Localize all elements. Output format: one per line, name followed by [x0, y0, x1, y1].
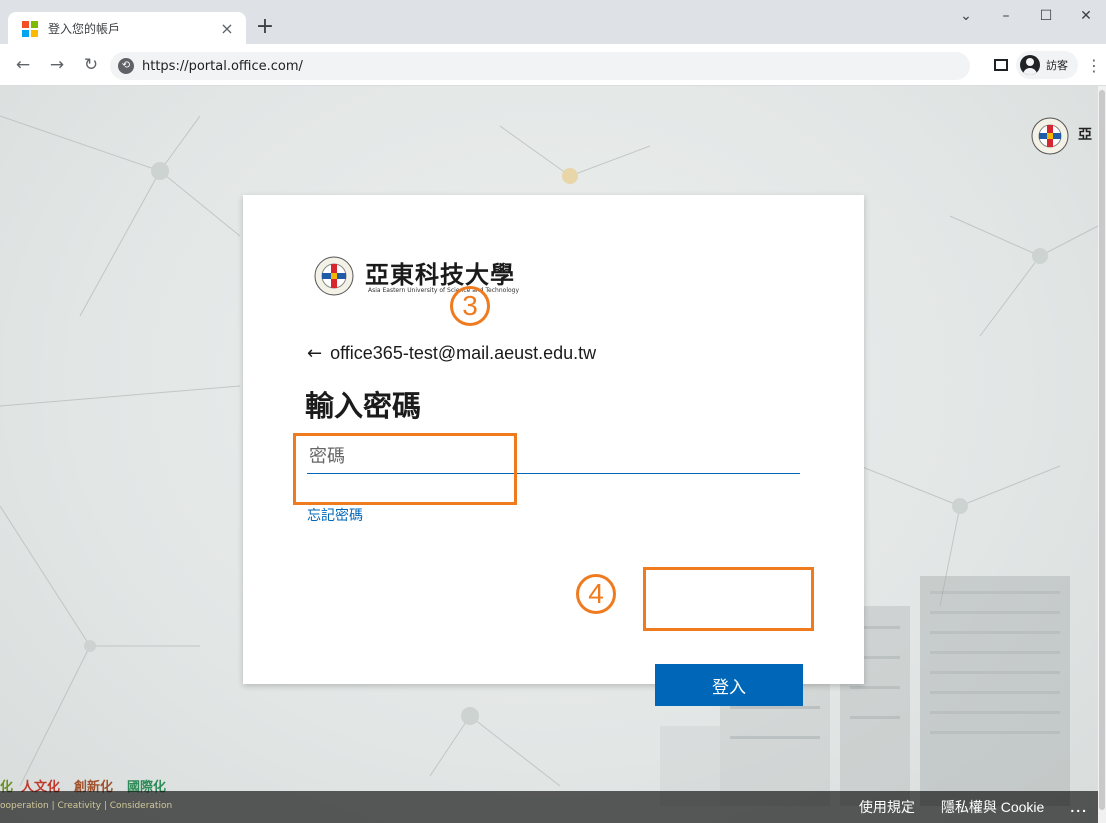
maximize-button[interactable]: ☐: [1026, 0, 1066, 32]
step-4-badge: 4: [576, 574, 616, 614]
terms-of-use-link[interactable]: 使用規定: [859, 797, 915, 817]
motto-subtitle: ooperation | Creativity | Consideration: [0, 801, 173, 811]
new-tab-button[interactable]: +: [254, 16, 276, 39]
university-name: 亞東科技大學: [365, 260, 515, 289]
browser-toolbar: ← → ↻ ⟲ https://portal.office.com/ 訪客 ⋮: [0, 44, 1106, 86]
tab-search-icon[interactable]: ⌄: [946, 0, 986, 32]
close-window-button[interactable]: ✕: [1066, 0, 1106, 32]
window-controls: ⌄ – ☐ ✕: [946, 0, 1106, 32]
reload-button[interactable]: ↻: [80, 54, 102, 76]
more-options-button[interactable]: ...: [1070, 799, 1088, 815]
account-email: office365-test@mail.aeust.edu.tw: [330, 343, 597, 363]
page-title: 輸入密碼: [305, 389, 422, 423]
address-bar[interactable]: ⟲ https://portal.office.com/: [110, 52, 970, 80]
browser-tab[interactable]: 登入您的帳戶 ×: [8, 12, 246, 45]
account-identity[interactable]: ← office365-test@mail.aeust.edu.tw: [307, 343, 596, 364]
sign-in-highlight-box: [643, 567, 814, 631]
sign-in-button[interactable]: 登入: [655, 664, 803, 706]
university-name-english: Asia Eastern University of Science and T…: [368, 287, 520, 294]
forward-button[interactable]: →: [46, 54, 68, 76]
profile-label: 訪客: [1046, 59, 1068, 72]
page-scrollbar[interactable]: [1098, 86, 1106, 823]
url-text[interactable]: https://portal.office.com/: [142, 59, 303, 74]
guest-avatar-icon: [1020, 55, 1040, 75]
tab-title: 登入您的帳戶: [48, 22, 121, 36]
back-arrow-icon[interactable]: ←: [307, 343, 322, 364]
browser-tab-strip: 登入您的帳戶 × + ⌄ – ☐ ✕: [0, 0, 1106, 45]
step-3-badge: 3: [450, 286, 490, 326]
tab-close-icon[interactable]: ×: [218, 19, 236, 38]
side-panel-icon[interactable]: [994, 59, 1008, 71]
footer-links: 使用規定 隱私權與 Cookie ...: [859, 791, 1088, 823]
page-footer: ooperation | Creativity | Consideration …: [0, 791, 1098, 823]
university-logo-icon: [314, 256, 354, 296]
profile-button[interactable]: 訪客: [1016, 51, 1078, 79]
minimize-button[interactable]: –: [986, 0, 1026, 32]
site-info-icon[interactable]: ⟲: [118, 58, 134, 74]
privacy-cookies-link[interactable]: 隱私權與 Cookie: [941, 797, 1044, 817]
university-emblem-icon: [1031, 117, 1069, 155]
toolbar-actions: 訪客 ⋮: [994, 51, 1102, 79]
corner-university-mark: 亞: [1078, 127, 1092, 143]
login-page-background: 亞 化 人文化 創新化 國際化 ooperation | Creativity …: [0, 86, 1098, 823]
browser-menu-icon[interactable]: ⋮: [1086, 56, 1102, 75]
forgot-password-link[interactable]: 忘記密碼: [307, 505, 363, 525]
microsoft-logo-icon: [22, 20, 38, 37]
back-button[interactable]: ←: [12, 54, 34, 76]
password-highlight-box: [293, 433, 517, 505]
